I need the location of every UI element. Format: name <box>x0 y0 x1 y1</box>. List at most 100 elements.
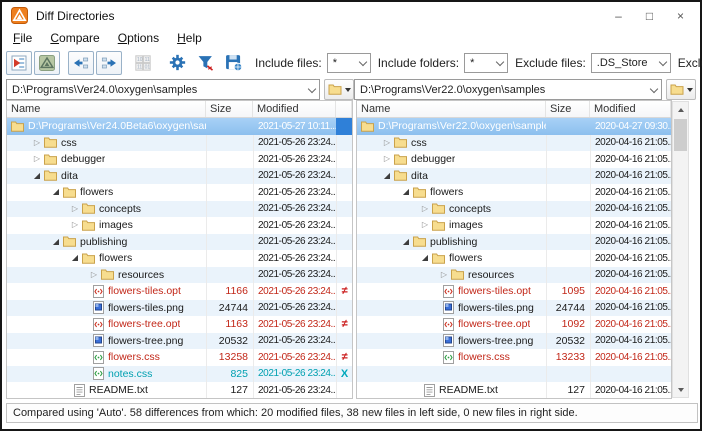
left-tree-row-resources[interactable]: ▷resources2021-05-26 23:24... <box>7 267 352 284</box>
right-tree-row-debugger[interactable]: ▷debugger2020-04-16 21:05... <box>357 151 671 168</box>
menu-item-compare[interactable]: Compare <box>41 31 108 45</box>
filter-funnel-button[interactable] <box>192 51 218 75</box>
oxygen-compare-button[interactable] <box>34 51 60 75</box>
status-bar: Compared using 'Auto'. 58 differences fr… <box>6 403 698 423</box>
left-tree-row-flowers.css[interactable]: flowers.css132582021-05-26 23:24...≠ <box>7 349 352 366</box>
left-tree-row-flowers-tree.png[interactable]: flowers-tree.png205322021-05-26 23:24... <box>7 333 352 350</box>
exclude-files-combobox[interactable]: .DS_Store <box>591 53 671 73</box>
chevron-down-icon[interactable] <box>308 86 316 94</box>
expand-arrow-icon[interactable]: ▷ <box>380 139 394 147</box>
include-files-combobox[interactable]: * <box>327 53 371 73</box>
vertical-scrollbar[interactable] <box>672 101 689 398</box>
right-tree-row-readme.txt[interactable]: README.txt1272020-04-16 21:05... <box>357 382 671 399</box>
perform-directories-comparison-button[interactable] <box>6 51 32 75</box>
column-header-name[interactable]: Name <box>357 101 546 117</box>
svg-text:10: 10 <box>137 56 143 62</box>
include-files-label: Include files: <box>255 56 322 70</box>
collapse-arrow-icon[interactable]: ◢ <box>49 238 63 246</box>
left-tree-row-concepts[interactable]: ▷concepts2021-05-26 23:24... <box>7 201 352 218</box>
collapse-arrow-icon[interactable]: ◢ <box>418 254 432 262</box>
scrollbar-thumb[interactable] <box>674 119 687 151</box>
collapse-arrow-icon[interactable]: ◢ <box>380 172 394 180</box>
left-tree-row-debugger[interactable]: ▷debugger2021-05-26 23:24... <box>7 151 352 168</box>
menu-item-options[interactable]: Options <box>109 31 168 45</box>
right-tree-row-css[interactable]: ▷css2020-04-16 21:05... <box>357 135 671 152</box>
right-tree-row-publishing[interactable]: ◢publishing2020-04-16 21:05... <box>357 234 671 251</box>
difference-marker-cell <box>336 201 352 218</box>
right-tree-row-flowers[interactable]: ◢flowers2020-04-16 21:05... <box>357 184 671 201</box>
left-tree-row-flowers-tiles.opt[interactable]: flowers-tiles.opt11662021-05-26 23:24...… <box>7 283 352 300</box>
row-label: D:\Programs\Ver22.0\oxygen\samples <box>378 120 546 132</box>
right-tree-row-d-programs-ver22.0-oxygen-samples[interactable]: D:\Programs\Ver22.0\oxygen\samples2020-0… <box>357 118 671 135</box>
column-header-modified[interactable]: Modified <box>253 101 336 117</box>
expand-arrow-icon[interactable]: ▷ <box>68 221 82 229</box>
modified-cell: 2020-04-16 21:05... <box>590 135 671 152</box>
folder-icon <box>394 154 407 165</box>
left-tree-row-dita[interactable]: ◢dita2021-05-26 23:24... <box>7 168 352 185</box>
expand-arrow-icon[interactable]: ▷ <box>380 155 394 163</box>
column-header-size[interactable]: Size <box>546 101 590 117</box>
left-tree-row-flowers-tree.opt[interactable]: flowers-tree.opt11632021-05-26 23:24...≠ <box>7 316 352 333</box>
left-tree-row-readme.txt[interactable]: README.txt1272021-05-26 23:24... <box>7 382 352 399</box>
expand-arrow-icon[interactable]: ▷ <box>68 205 82 213</box>
expand-arrow-icon[interactable]: ▷ <box>418 205 432 213</box>
right-browse-folder-button[interactable] <box>666 79 696 100</box>
include-folders-combobox[interactable]: * <box>464 53 508 73</box>
left-tree-row-d-programs-ver24.0beta6-oxygen-samples[interactable]: D:\Programs\Ver24.0Beta6\oxygen\samples2… <box>7 118 352 135</box>
collapse-arrow-icon[interactable]: ◢ <box>399 238 413 246</box>
column-header-marker[interactable] <box>336 101 352 117</box>
right-tree-row-images[interactable]: ▷images2020-04-16 21:05... <box>357 217 671 234</box>
column-header-modified[interactable]: Modified <box>590 101 671 117</box>
column-header-size[interactable]: Size <box>206 101 253 117</box>
right-directory-combobox[interactable]: D:\Programs\Ver22.0\oxygen\samples <box>354 79 662 100</box>
left-tree-row-images[interactable]: ▷images2021-05-26 23:24... <box>7 217 352 234</box>
left-tree-row-css[interactable]: ▷css2021-05-26 23:24... <box>7 135 352 152</box>
left-browse-folder-button[interactable] <box>324 79 354 100</box>
chevron-down-icon[interactable] <box>650 86 658 94</box>
right-tree-row-concepts[interactable]: ▷concepts2020-04-16 21:05... <box>357 201 671 218</box>
minimize-button[interactable]: – <box>603 2 634 29</box>
left-directory-combobox[interactable]: D:\Programs\Ver24.0\oxygen\samples <box>6 79 320 100</box>
close-button[interactable]: × <box>665 2 696 29</box>
expand-arrow-icon[interactable]: ▷ <box>87 271 101 279</box>
scroll-down-button[interactable] <box>673 382 688 397</box>
left-tree-row-notes.css[interactable]: notes.css8252021-05-26 23:24...X <box>7 366 352 383</box>
right-tree-row-flowers[interactable]: ◢flowers2020-04-16 21:05... <box>357 250 671 267</box>
right-tree-row-empty[interactable] <box>357 366 671 383</box>
expand-arrow-icon[interactable]: ▷ <box>30 139 44 147</box>
collapse-arrow-icon[interactable]: ◢ <box>49 188 63 196</box>
collapse-arrow-icon[interactable]: ◢ <box>68 254 82 262</box>
left-tree-row-flowers[interactable]: ◢flowers2021-05-26 23:24... <box>7 250 352 267</box>
collapse-arrow-icon[interactable]: ◢ <box>399 188 413 196</box>
maximize-button[interactable]: □ <box>634 2 665 29</box>
modified-cell: 2020-04-16 21:05... <box>590 201 671 218</box>
chevron-down-icon[interactable] <box>359 59 367 67</box>
menu-item-file[interactable]: File <box>4 31 41 45</box>
modified-cell: 2021-05-26 23:24... <box>253 234 336 251</box>
left-tree-row-flowers[interactable]: ◢flowers2021-05-26 23:24... <box>7 184 352 201</box>
left-tree-row-flowers-tiles.png[interactable]: flowers-tiles.png247442021-05-26 23:24..… <box>7 300 352 317</box>
scroll-up-button[interactable] <box>673 102 688 117</box>
right-tree-row-flowers.css[interactable]: flowers.css132332020-04-16 21:05... <box>357 349 671 366</box>
size-cell: 24744 <box>206 300 253 317</box>
right-tree-row-flowers-tree.opt[interactable]: flowers-tree.opt10922020-04-16 21:05... <box>357 316 671 333</box>
expand-arrow-icon[interactable]: ▷ <box>30 155 44 163</box>
right-tree-row-flowers-tiles.opt[interactable]: flowers-tiles.opt10952020-04-16 21:05... <box>357 283 671 300</box>
chevron-down-icon[interactable] <box>659 59 667 67</box>
chevron-down-icon[interactable] <box>496 59 504 67</box>
column-header-name[interactable]: Name <box>7 101 206 117</box>
expand-arrow-icon[interactable]: ▷ <box>418 221 432 229</box>
right-tree-row-resources[interactable]: ▷resources2020-04-16 21:05... <box>357 267 671 284</box>
collapse-arrow-icon[interactable]: ◢ <box>30 172 44 180</box>
menu-item-help[interactable]: Help <box>168 31 211 45</box>
settings-gear-button[interactable] <box>164 51 190 75</box>
right-tree-row-flowers-tiles.png[interactable]: flowers-tiles.png247442020-04-16 21:05..… <box>357 300 671 317</box>
right-tree-row-flowers-tree.png[interactable]: flowers-tree.png205322020-04-16 21:05... <box>357 333 671 350</box>
modified-cell: 2020-04-16 21:05... <box>590 234 671 251</box>
left-tree-row-publishing[interactable]: ◢publishing2021-05-26 23:24... <box>7 234 352 251</box>
save-results-button[interactable] <box>220 51 246 75</box>
right-tree-row-dita[interactable]: ◢dita2020-04-16 21:05... <box>357 168 671 185</box>
copy-change-right-button[interactable] <box>96 51 122 75</box>
expand-arrow-icon[interactable]: ▷ <box>437 271 451 279</box>
copy-change-left-button[interactable] <box>68 51 94 75</box>
